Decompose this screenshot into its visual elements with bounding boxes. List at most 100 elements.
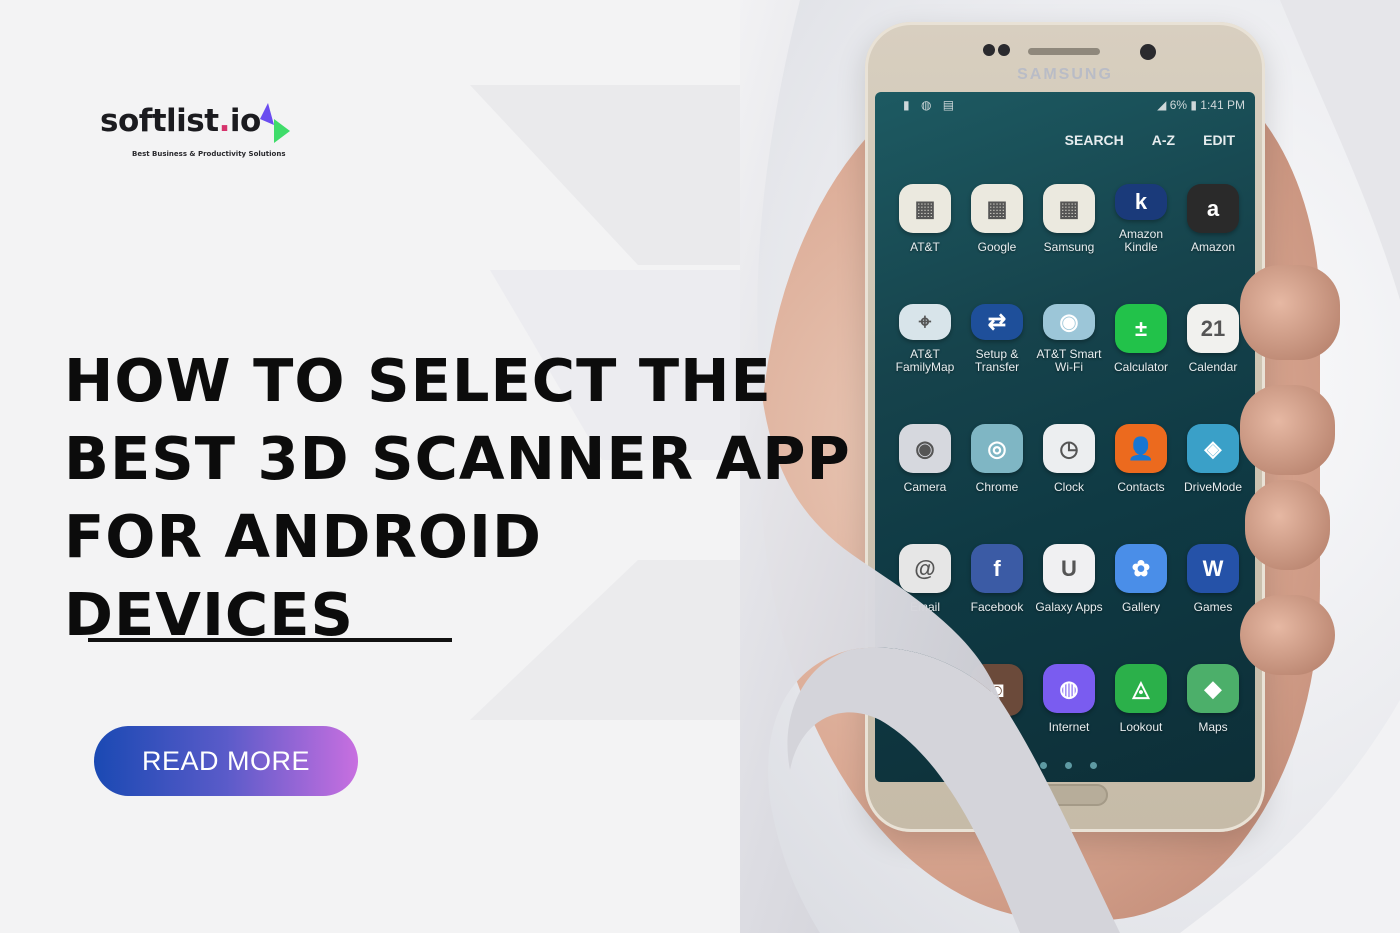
page-dot [1040, 762, 1047, 769]
app-icon: ⌖ [899, 304, 951, 340]
app-label: Lookout [1119, 720, 1163, 734]
app-item: a Amazon [1177, 184, 1249, 254]
finger [1240, 385, 1335, 475]
app-item: ▦ Samsung [1033, 184, 1105, 254]
title-underline [88, 638, 452, 642]
app-item: k Amazon Kindle [1105, 184, 1177, 254]
app-icon: ◉ [899, 424, 951, 473]
app-label: Galaxy Apps [1035, 600, 1103, 614]
title-line: Devices [64, 580, 354, 649]
search-action: SEARCH [1064, 132, 1124, 148]
phone-sensor-icon [983, 44, 995, 56]
phone-speaker [1028, 48, 1100, 55]
app-icon: ▦ [1043, 184, 1095, 233]
phone-front-camera-icon [1140, 44, 1156, 60]
brand-name: softlist [100, 103, 219, 139]
phone-sensor-icon [998, 44, 1010, 56]
app-item: ◆ Maps [1177, 664, 1249, 734]
app-icon: @ [899, 544, 951, 593]
finger [1245, 480, 1330, 570]
app-label: Amazon [1190, 240, 1236, 254]
app-item: W Games [1177, 544, 1249, 614]
status-time: ◢ 6% ▮ 1:41 PM [1157, 98, 1245, 112]
brand-logo[interactable]: softlist.io Best Business & Productivity… [100, 103, 290, 158]
app-item: ◎ Chrome [961, 424, 1033, 494]
app-label: Internet [1048, 720, 1090, 734]
app-drawer-actions: SEARCH A-Z EDIT [1065, 132, 1235, 148]
app-icon [899, 664, 951, 716]
app-icon: a [1187, 184, 1239, 233]
brand-dot: . [218, 103, 231, 139]
app-label: Clock [1053, 480, 1084, 494]
app-icon: ◷ [1043, 424, 1095, 473]
app-label: Gallery [1121, 600, 1160, 614]
app-label: Google [977, 240, 1017, 254]
app-label: Setup & Transfer [974, 347, 1020, 374]
app-item: ▦ AT&T [889, 184, 961, 254]
app-item: U Galaxy Apps [1033, 544, 1105, 614]
finger [1240, 595, 1335, 675]
brand-tagline: Best Business & Productivity Solutions [132, 150, 286, 158]
app-label: Facebook [970, 600, 1024, 614]
app-icon: ± [1115, 304, 1167, 353]
app-item: ✿ Gallery [1105, 544, 1177, 614]
app-icon: ◬ [1115, 664, 1167, 713]
sort-az-action: A-Z [1151, 132, 1176, 148]
page-dot [1090, 762, 1097, 769]
app-icon: ◉ [1043, 304, 1095, 340]
app-label: Chrome [975, 480, 1019, 494]
app-label: Maps [1198, 720, 1228, 734]
phone-screen: ▮ ◍ ▤ ◢ 6% ▮ 1:41 PM SEARCH A-Z EDIT ▦ AT… [875, 92, 1255, 782]
title-line: Best 3D Scanner App [64, 424, 851, 493]
page-title: How to Select the Best 3D Scanner App fo… [64, 342, 851, 654]
app-item: ◬ Lookout [1105, 664, 1177, 734]
app-item: 👤 Contacts [1105, 424, 1177, 494]
app-label: Email [909, 600, 940, 614]
app-icon: ✿ [1115, 544, 1167, 593]
brand-wordmark: softlist.io [100, 103, 261, 139]
app-icon: k [1115, 184, 1167, 220]
app-item [889, 664, 961, 734]
app-item: @ Email [889, 544, 961, 614]
app-icon: ◆ [1187, 664, 1239, 713]
read-more-button[interactable]: READ MORE [94, 726, 358, 796]
app-item: ⌖ AT&T FamilyMap [889, 304, 961, 374]
app-item: ◍ Internet [1033, 664, 1105, 734]
app-icon: W [1187, 544, 1239, 593]
phone-home-button [1028, 784, 1108, 806]
app-label: Samsung [1043, 240, 1095, 254]
phone: SAMSUNG ▮ ◍ ▤ ◢ 6% ▮ 1:41 PM SEARCH A-Z … [865, 22, 1265, 832]
app-item: ◈ DriveMode [1177, 424, 1249, 494]
app-icon: ◎ [971, 424, 1023, 473]
app-icon: 👤 [1115, 424, 1167, 473]
page-indicator [1040, 762, 1097, 769]
app-item: ⇄ Setup & Transfer [961, 304, 1033, 374]
app-icon: ◈ [1187, 424, 1239, 473]
app-label: AT&T FamilyMap [895, 347, 955, 374]
finger [1240, 265, 1340, 360]
app-icon: ▦ [899, 184, 951, 233]
app-label: Amazon Kindle [1118, 227, 1164, 254]
app-icon: U [1043, 544, 1095, 593]
app-icon: ▦ [971, 184, 1023, 233]
app-icon: ◙ [971, 664, 1023, 716]
app-grid: ▦ AT&T ▦ Google ▦ Samsung k Amazon Kindle a Amazo… [889, 184, 1249, 734]
app-icon: ⇄ [971, 304, 1023, 340]
status-bar: ▮ ◍ ▤ ◢ 6% ▮ 1:41 PM [875, 96, 1255, 116]
app-label: Games [1193, 600, 1233, 614]
app-item: f Facebook [961, 544, 1033, 614]
play-triangle-icon [260, 103, 290, 143]
app-item: ◉ Camera [889, 424, 961, 494]
app-item: ◉ AT&T Smart Wi-Fi [1033, 304, 1105, 374]
app-label: DriveMode [1183, 480, 1243, 494]
app-icon: f [971, 544, 1023, 593]
app-label: AT&T Smart Wi-Fi [1036, 347, 1102, 374]
app-item: ± Calculator [1105, 304, 1177, 374]
brand-tld: io [229, 103, 261, 139]
app-item: 21 Calendar [1177, 304, 1249, 374]
app-label: Calendar [1188, 360, 1238, 374]
app-item: ◷ Clock [1033, 424, 1105, 494]
status-icons: ▮ ◍ ▤ [903, 98, 959, 112]
edit-action: EDIT [1203, 132, 1235, 148]
title-line: How to Select the [64, 346, 772, 415]
